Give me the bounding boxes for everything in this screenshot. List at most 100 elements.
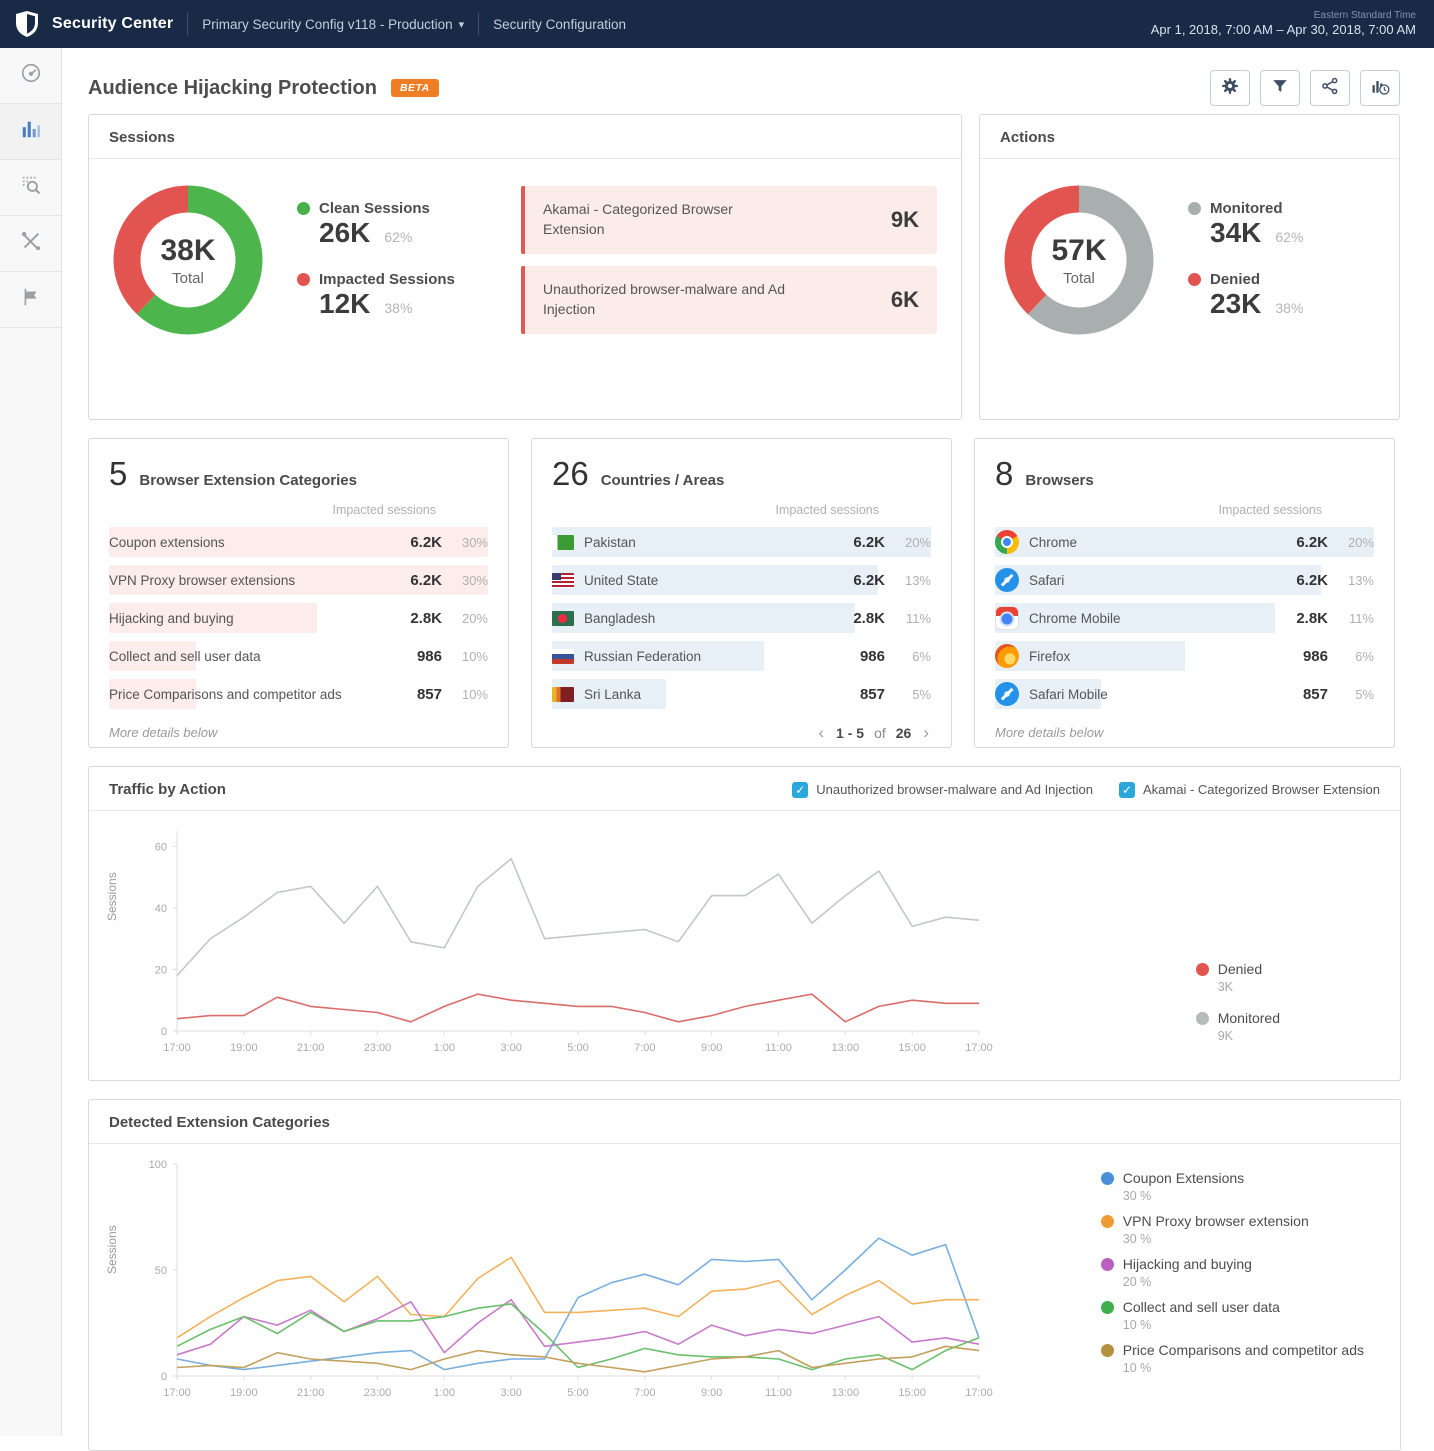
list-item[interactable]: Collect and sell user data98610% [109, 637, 488, 675]
svg-text:21:00: 21:00 [297, 1387, 325, 1399]
series-color-dot [1101, 1344, 1114, 1357]
svg-text:11:00: 11:00 [765, 1042, 792, 1054]
list-item[interactable]: Safari Mobile8575% [995, 675, 1374, 713]
list-item[interactable]: Pakistan6.2K20% [552, 523, 931, 561]
date-range-picker[interactable]: Eastern Standard Time Apr 1, 2018, 7:00 … [1151, 10, 1416, 39]
detected-line-chart[interactable]: 05010017:0019:0021:0023:001:003:005:007:… [129, 1150, 1089, 1410]
series-label: Price Comparisons and competitor ads [1123, 1342, 1364, 1358]
traffic-line-chart[interactable]: 020406017:0019:0021:0023:001:003:005:007… [129, 817, 1089, 1065]
item-value: 6.2K [833, 534, 885, 551]
browsers-title: Browsers [1025, 472, 1093, 489]
chevron-down-icon[interactable]: ▾ [459, 18, 465, 31]
svg-text:17:00: 17:00 [163, 1387, 191, 1399]
svg-text:60: 60 [155, 841, 167, 853]
traffic-legend-denied: Denied 3K [1196, 961, 1280, 994]
item-label: Hijacking and buying [109, 611, 234, 626]
svg-text:15:00: 15:00 [898, 1042, 926, 1054]
series-color-dot [1101, 1258, 1114, 1271]
svg-text:20: 20 [155, 964, 167, 976]
divider [478, 13, 479, 35]
date-range: Apr 1, 2018, 7:00 AM – Apr 30, 2018, 7:0… [1151, 22, 1416, 38]
svg-text:50: 50 [155, 1265, 167, 1277]
svg-text:40: 40 [155, 903, 167, 915]
detected-legend-item: Coupon Extensions30 % [1101, 1170, 1364, 1203]
svg-text:19:00: 19:00 [230, 1042, 258, 1054]
prev-page-icon[interactable]: ‹ [816, 723, 826, 743]
checkbox-checked-icon: ✓ [1119, 782, 1135, 798]
checkbox-categorized-extension[interactable]: ✓ Akamai - Categorized Browser Extension [1119, 782, 1380, 798]
sidebar-item-tools[interactable] [0, 216, 61, 272]
report-history-button[interactable] [1360, 70, 1400, 106]
list-item[interactable]: Coupon extensions6.2K30% [109, 523, 488, 561]
extension-categories-panel: 5 Browser Extension Categories Impacted … [88, 438, 509, 748]
sidebar-item-bar-chart[interactable] [0, 104, 61, 160]
impact-box-categorized-extension[interactable]: Akamai - Categorized Browser Extension 9… [521, 186, 937, 254]
item-percent: 20% [1328, 535, 1374, 550]
item-value: 6.2K [390, 572, 442, 589]
next-page-icon[interactable]: › [921, 723, 931, 743]
list-item[interactable]: Hijacking and buying2.8K20% [109, 599, 488, 637]
clean-sessions-dot [297, 202, 310, 215]
list-item[interactable]: Sri Lanka8575% [552, 675, 931, 713]
svg-text:9:00: 9:00 [701, 1387, 722, 1399]
impact-box-unauthorized-malware[interactable]: Unauthorized browser-malware and Ad Inje… [521, 266, 937, 334]
browsers-panel: 8 Browsers Impacted sessions Chrome6.2K2… [974, 438, 1395, 748]
svg-text:17:00: 17:00 [163, 1042, 191, 1054]
list-item[interactable]: Firefox9866% [995, 637, 1374, 675]
list-item[interactable]: Russian Federation9866% [552, 637, 931, 675]
share-button[interactable] [1310, 70, 1350, 106]
nav-security-configuration[interactable]: Security Configuration [493, 17, 626, 32]
legend-impacted-sessions: Impacted Sessions 12K 38% [297, 271, 487, 320]
filter-button[interactable] [1260, 70, 1300, 106]
list-item[interactable]: United State6.2K13% [552, 561, 931, 599]
item-percent: 13% [885, 573, 931, 588]
svg-text:0: 0 [161, 1026, 167, 1038]
checkbox-checked-icon: ✓ [792, 782, 808, 798]
countries-title: Countries / Areas [601, 472, 725, 489]
timezone-label: Eastern Standard Time [1151, 10, 1416, 23]
more-details-link[interactable]: More details below [109, 725, 488, 740]
chrome-mobile-icon [995, 606, 1019, 630]
svg-text:23:00: 23:00 [364, 1387, 392, 1399]
svg-text:13:00: 13:00 [832, 1042, 860, 1054]
svg-text:17:00: 17:00 [965, 1042, 993, 1054]
actions-donut-chart[interactable]: 57K Total [1004, 185, 1154, 335]
sessions-donut-chart[interactable]: 38K Total [113, 185, 263, 335]
grid-search-icon [20, 174, 42, 201]
config-selector[interactable]: Primary Security Config v118 - Productio… [202, 17, 452, 32]
item-value: 986 [1276, 648, 1328, 665]
firefox-icon [995, 644, 1019, 668]
sidebar [0, 48, 62, 1436]
svg-text:15:00: 15:00 [898, 1387, 926, 1399]
item-label: Safari [1029, 573, 1064, 588]
sidebar-item-grid-search[interactable] [0, 160, 61, 216]
categories-count: 5 [109, 455, 127, 493]
item-label: Sri Lanka [584, 687, 641, 702]
item-label: Price Comparisons and competitor ads [109, 687, 342, 702]
list-item[interactable]: Chrome6.2K20% [995, 523, 1374, 561]
sidebar-item-flag[interactable] [0, 272, 61, 328]
monitored-dot [1188, 202, 1201, 215]
sidebar-item-gauge[interactable] [0, 48, 61, 104]
us-flag-icon [552, 573, 574, 588]
gear-button[interactable] [1210, 70, 1250, 106]
item-value: 857 [1276, 686, 1328, 703]
list-item[interactable]: Bangladesh2.8K11% [552, 599, 931, 637]
item-percent: 30% [442, 573, 488, 588]
list-item[interactable]: Safari6.2K13% [995, 561, 1374, 599]
bd-flag-icon [552, 611, 574, 626]
list-item[interactable]: Price Comparisons and competitor ads8571… [109, 675, 488, 713]
series-label: VPN Proxy browser extension [1123, 1213, 1309, 1229]
sessions-panel: Sessions 38K Total Clean Sessions 26K 62… [88, 114, 962, 420]
pk-flag-icon [552, 535, 574, 550]
checkbox-unauthorized-malware[interactable]: ✓ Unauthorized browser-malware and Ad In… [792, 782, 1093, 798]
item-percent: 6% [885, 649, 931, 664]
actions-total-label: Total [1063, 270, 1095, 287]
more-details-link[interactable]: More details below [995, 725, 1374, 740]
list-item[interactable]: VPN Proxy browser extensions6.2K30% [109, 561, 488, 599]
browsers-count: 8 [995, 455, 1013, 493]
svg-text:0: 0 [161, 1371, 167, 1383]
detected-extension-categories-panel: Detected Extension Categories Sessions 0… [88, 1099, 1401, 1451]
list-item[interactable]: Chrome Mobile2.8K11% [995, 599, 1374, 637]
report-history-icon [1370, 76, 1390, 101]
